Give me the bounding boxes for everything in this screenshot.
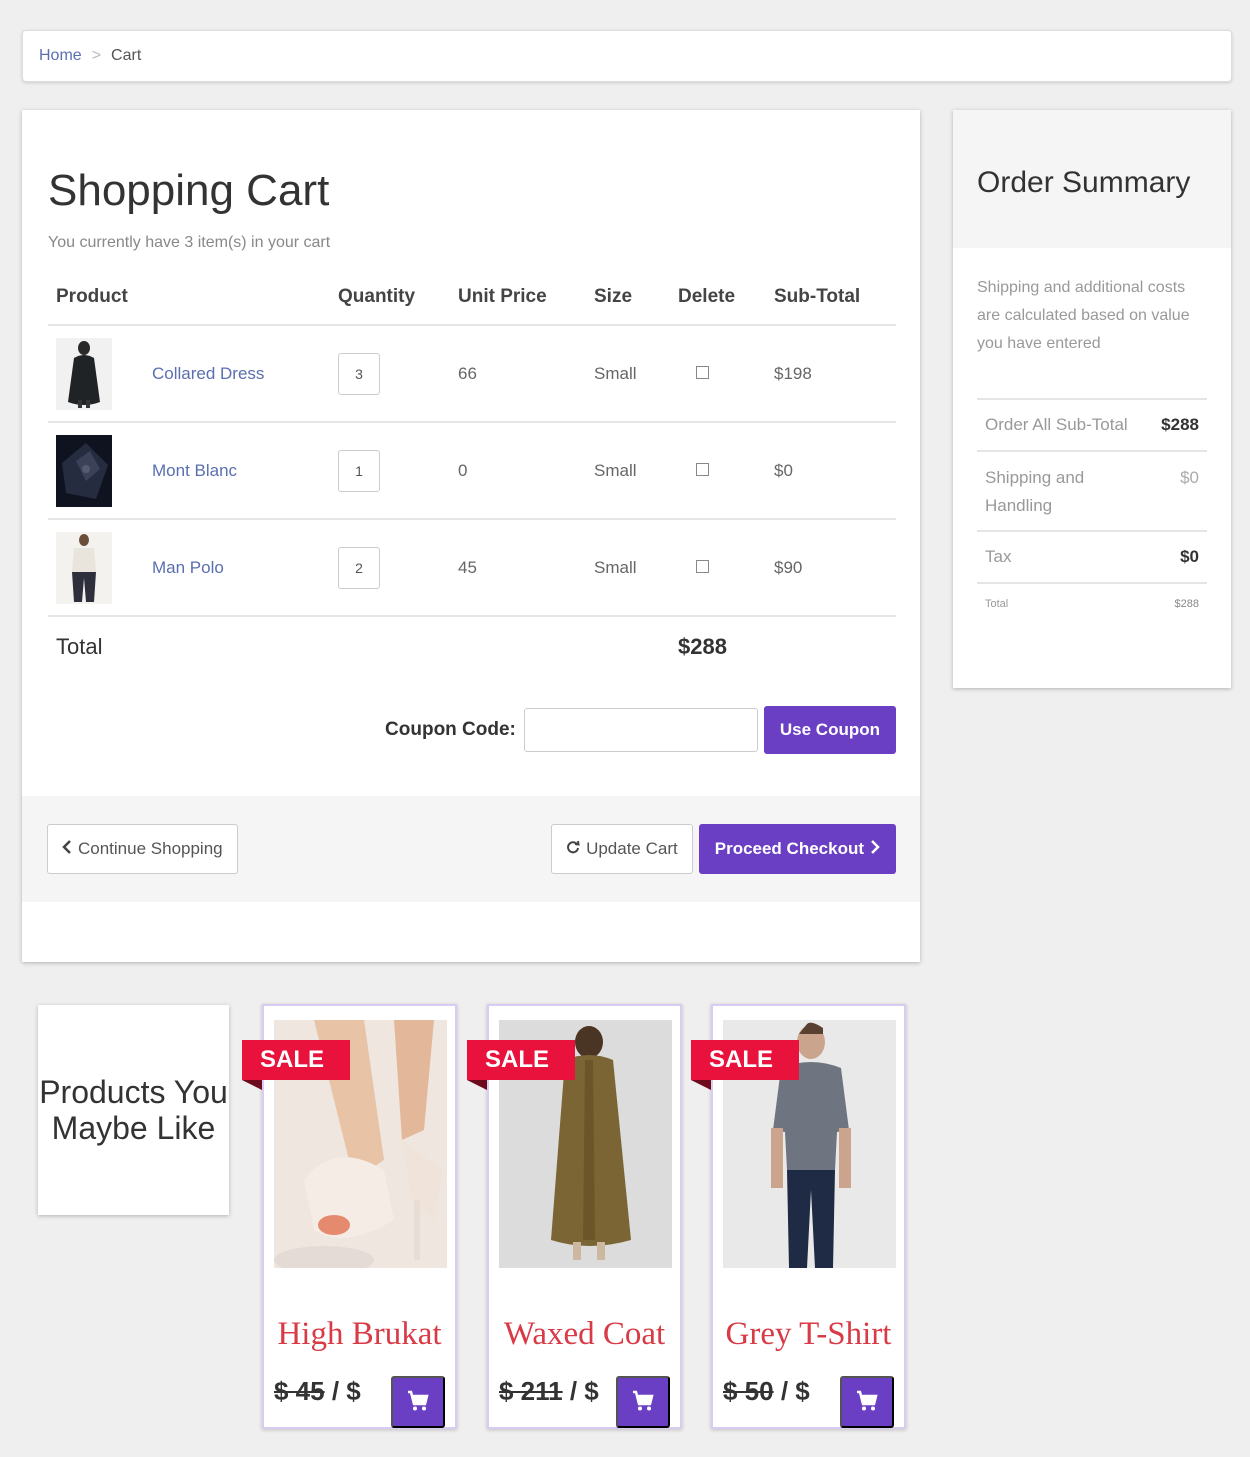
continue-shopping-button[interactable]: Continue Shopping [47, 824, 238, 874]
order-summary-title: Order Summary [953, 110, 1231, 248]
table-row: Collared Dress 3 66 Small $198 [48, 326, 896, 423]
header-product: Product [56, 286, 128, 307]
add-to-cart-button[interactable] [840, 1376, 894, 1428]
chevron-left-icon [62, 839, 72, 859]
summary-value: $0 [1180, 468, 1199, 487]
coupon-label: Coupon Code: [385, 719, 516, 740]
product-card[interactable]: SALE Grey T-Shirt $ 50 / $ [691, 1004, 906, 1429]
suggestions-heading: Products You Maybe Like [38, 1005, 229, 1215]
sale-badge: SALE [691, 1040, 799, 1090]
header-subtotal: Sub-Total [774, 286, 861, 307]
page-title: Shopping Cart [48, 166, 330, 215]
shopping-cart-icon [631, 1389, 655, 1416]
unit-price: 45 [458, 557, 477, 577]
summary-row: Order All Sub-Total $288 [977, 400, 1207, 452]
quantity-input[interactable]: 2 [338, 546, 380, 589]
size-value: Small [594, 557, 637, 577]
breadcrumb-home-link[interactable]: Home [39, 47, 82, 65]
product-name[interactable]: Waxed Coat [489, 1316, 680, 1353]
row-subtotal: $90 [774, 557, 803, 577]
cart-table: Product Quantity Unit Price Size Delete … [48, 270, 896, 617]
quantity-input[interactable]: 1 [338, 449, 380, 492]
sale-badge: SALE [242, 1040, 350, 1090]
header-quantity: Quantity [338, 286, 416, 307]
shopping-cart-icon [855, 1389, 879, 1416]
breadcrumb: Home > Cart [22, 30, 1232, 82]
size-value: Small [594, 363, 637, 383]
summary-label: Order All Sub-Total [985, 415, 1128, 434]
size-value: Small [594, 460, 637, 480]
suggestions-heading-text: Products You Maybe Like [39, 1074, 228, 1146]
summary-row: Shipping and Handling $0 [977, 452, 1207, 532]
product-thumbnail[interactable] [48, 337, 152, 410]
summary-value: $0 [1180, 547, 1199, 566]
table-row: Mont Blanc 1 0 Small $0 [48, 423, 896, 520]
summary-value: $288 [1161, 415, 1199, 434]
unit-price: 0 [458, 460, 468, 480]
old-price: $ 45 [274, 1376, 325, 1406]
product-price: $ 50 / $ [723, 1376, 810, 1407]
table-row: Man Polo 2 45 Small $90 [48, 520, 896, 617]
summary-label: Tax [985, 547, 1012, 566]
add-to-cart-button[interactable] [391, 1376, 445, 1428]
price-suffix: / $ [562, 1376, 599, 1406]
product-link[interactable]: Collared Dress [152, 364, 264, 383]
sale-badge: SALE [467, 1040, 575, 1090]
summary-label: Shipping and Handling [985, 468, 1085, 515]
price-suffix: / $ [324, 1376, 361, 1406]
breadcrumb-current: Cart [111, 47, 142, 64]
header-size: Size [594, 286, 633, 307]
update-cart-button[interactable]: Update Cart [551, 824, 693, 874]
product-name[interactable]: Grey T-Shirt [713, 1316, 904, 1353]
price-suffix: / $ [773, 1376, 810, 1406]
product-link[interactable]: Mont Blanc [152, 461, 237, 480]
cart-footer: Continue Shopping Update Cart Proceed Ch… [22, 796, 920, 902]
refresh-icon [566, 839, 580, 859]
summary-row: Total $288 [977, 584, 1207, 624]
product-link[interactable]: Man Polo [152, 558, 224, 577]
delete-checkbox[interactable] [696, 559, 709, 573]
delete-checkbox[interactable] [696, 365, 709, 379]
quantity-input[interactable]: 3 [338, 352, 380, 395]
breadcrumb-separator: > [91, 47, 102, 64]
coupon-input[interactable] [523, 708, 758, 752]
delete-checkbox[interactable] [696, 462, 709, 476]
total-value: $288 [678, 634, 727, 659]
continue-shopping-label: Continue Shopping [78, 839, 223, 858]
old-price: $ 50 [723, 1376, 774, 1406]
cart-table-header: Product Quantity Unit Price Size Delete … [48, 270, 896, 326]
order-summary-note: Shipping and additional costs are calcul… [977, 248, 1207, 400]
product-price: $ 211 / $ [499, 1376, 599, 1407]
product-thumbnail[interactable] [48, 531, 152, 604]
proceed-checkout-button[interactable]: Proceed Checkout [698, 824, 896, 874]
row-subtotal: $0 [774, 460, 793, 480]
product-thumbnail[interactable] [48, 434, 152, 507]
unit-price: 66 [458, 363, 477, 383]
old-price: $ 211 [499, 1376, 563, 1406]
summary-value: $288 [1174, 598, 1199, 610]
update-cart-label: Update Cart [586, 839, 678, 858]
cart-panel: Shopping Cart You currently have 3 item(… [22, 110, 920, 962]
shopping-cart-icon [406, 1389, 430, 1416]
coupon-form: Coupon Code: Use Coupon [385, 706, 896, 754]
product-card[interactable]: SALE Waxed Coat $ 211 / $ [467, 1004, 682, 1429]
order-summary-panel: Order Summary Shipping and additional co… [953, 110, 1231, 688]
summary-row: Tax $0 [977, 532, 1207, 584]
header-delete: Delete [678, 286, 736, 307]
row-subtotal: $198 [774, 363, 812, 383]
add-to-cart-button[interactable] [616, 1376, 670, 1428]
product-name[interactable]: High Brukat [264, 1316, 455, 1353]
product-card[interactable]: SALE High Brukat $ 45 / $ [242, 1004, 457, 1429]
summary-label: Total [985, 598, 1009, 610]
proceed-checkout-label: Proceed Checkout [714, 839, 864, 858]
use-coupon-button[interactable]: Use Coupon [763, 706, 896, 754]
header-unit-price: Unit Price [458, 286, 547, 307]
total-label: Total [56, 634, 103, 659]
cart-item-count: You currently have 3 item(s) in your car… [48, 234, 331, 251]
chevron-right-icon [870, 839, 880, 859]
product-price: $ 45 / $ [274, 1376, 361, 1407]
